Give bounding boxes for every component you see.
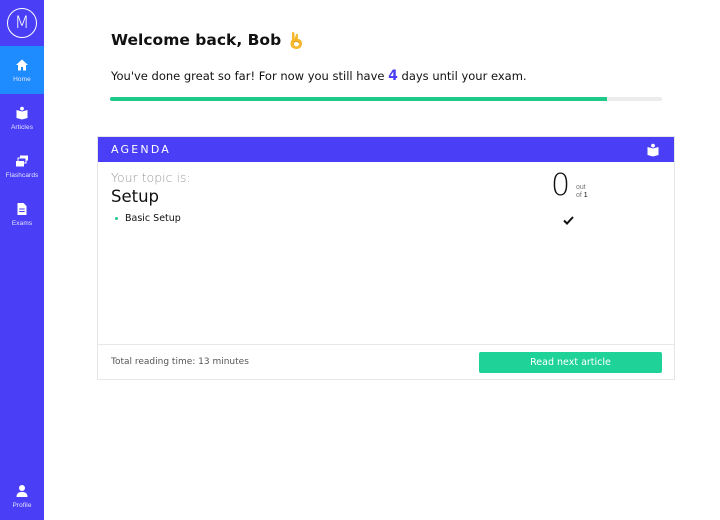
days-left: 4: [388, 68, 398, 84]
read-next-article-button[interactable]: Read next article: [479, 352, 662, 373]
sidebar-item-articles[interactable]: Articles: [0, 94, 44, 142]
sidebar-item-exams[interactable]: Exams: [0, 190, 44, 238]
status-suffix: days until your exam.: [397, 69, 527, 83]
sidebar-item-profile[interactable]: Profile: [0, 472, 44, 520]
welcome-heading: Welcome back, Bob: [111, 30, 305, 50]
document-icon: [17, 202, 27, 215]
sidebar-item-label: Flashcards: [5, 171, 39, 179]
sidebar-item-label: Profile: [12, 501, 32, 509]
exam-countdown: You've done great so far! For now you st…: [111, 68, 527, 84]
sidebar-item-flashcards[interactable]: Flashcards: [0, 142, 44, 190]
agenda-footer: Total reading time: 13 minutes Read next…: [98, 344, 674, 380]
home-icon: [16, 59, 28, 70]
reading-time: Total reading time: 13 minutes: [111, 357, 249, 367]
total-count: 1: [583, 192, 588, 199]
progress-bar: [110, 97, 662, 101]
sidebar: M Home Articles Flashcards Exams Profile: [0, 0, 44, 520]
user-icon: [16, 484, 28, 497]
topic-name: Setup: [111, 187, 160, 206]
agenda-title: AGENDA: [111, 143, 172, 156]
welcome-text: Welcome back, Bob: [111, 31, 282, 49]
count-of-text: of: [576, 192, 582, 199]
agenda-header: AGENDA: [98, 137, 674, 162]
cards-icon: [16, 155, 28, 166]
count-out-label: out: [576, 184, 586, 191]
count-of-label: of 1: [576, 192, 588, 199]
topic-label: Your topic is:: [111, 170, 191, 185]
bullet-icon: [115, 217, 118, 220]
sidebar-item-label: Home: [13, 75, 31, 83]
progress-fill: [110, 97, 607, 101]
subtopic-label: Basic Setup: [125, 213, 181, 224]
sidebar-item-label: Exams: [11, 219, 33, 227]
ok-hand-icon: [290, 32, 303, 49]
subtopic-item: Basic Setup: [115, 213, 181, 224]
completed-count: 0: [551, 168, 571, 203]
check-icon: [563, 216, 574, 225]
book-icon[interactable]: [646, 143, 660, 157]
agenda-card: AGENDA Your topic is: Setup Basic Setup …: [97, 136, 675, 380]
book-icon: [16, 106, 28, 119]
sidebar-item-home[interactable]: Home: [0, 46, 44, 94]
sidebar-item-label: Articles: [10, 123, 34, 131]
status-prefix: You've done great so far! For now you st…: [111, 69, 389, 83]
app-logo[interactable]: M: [7, 8, 37, 38]
